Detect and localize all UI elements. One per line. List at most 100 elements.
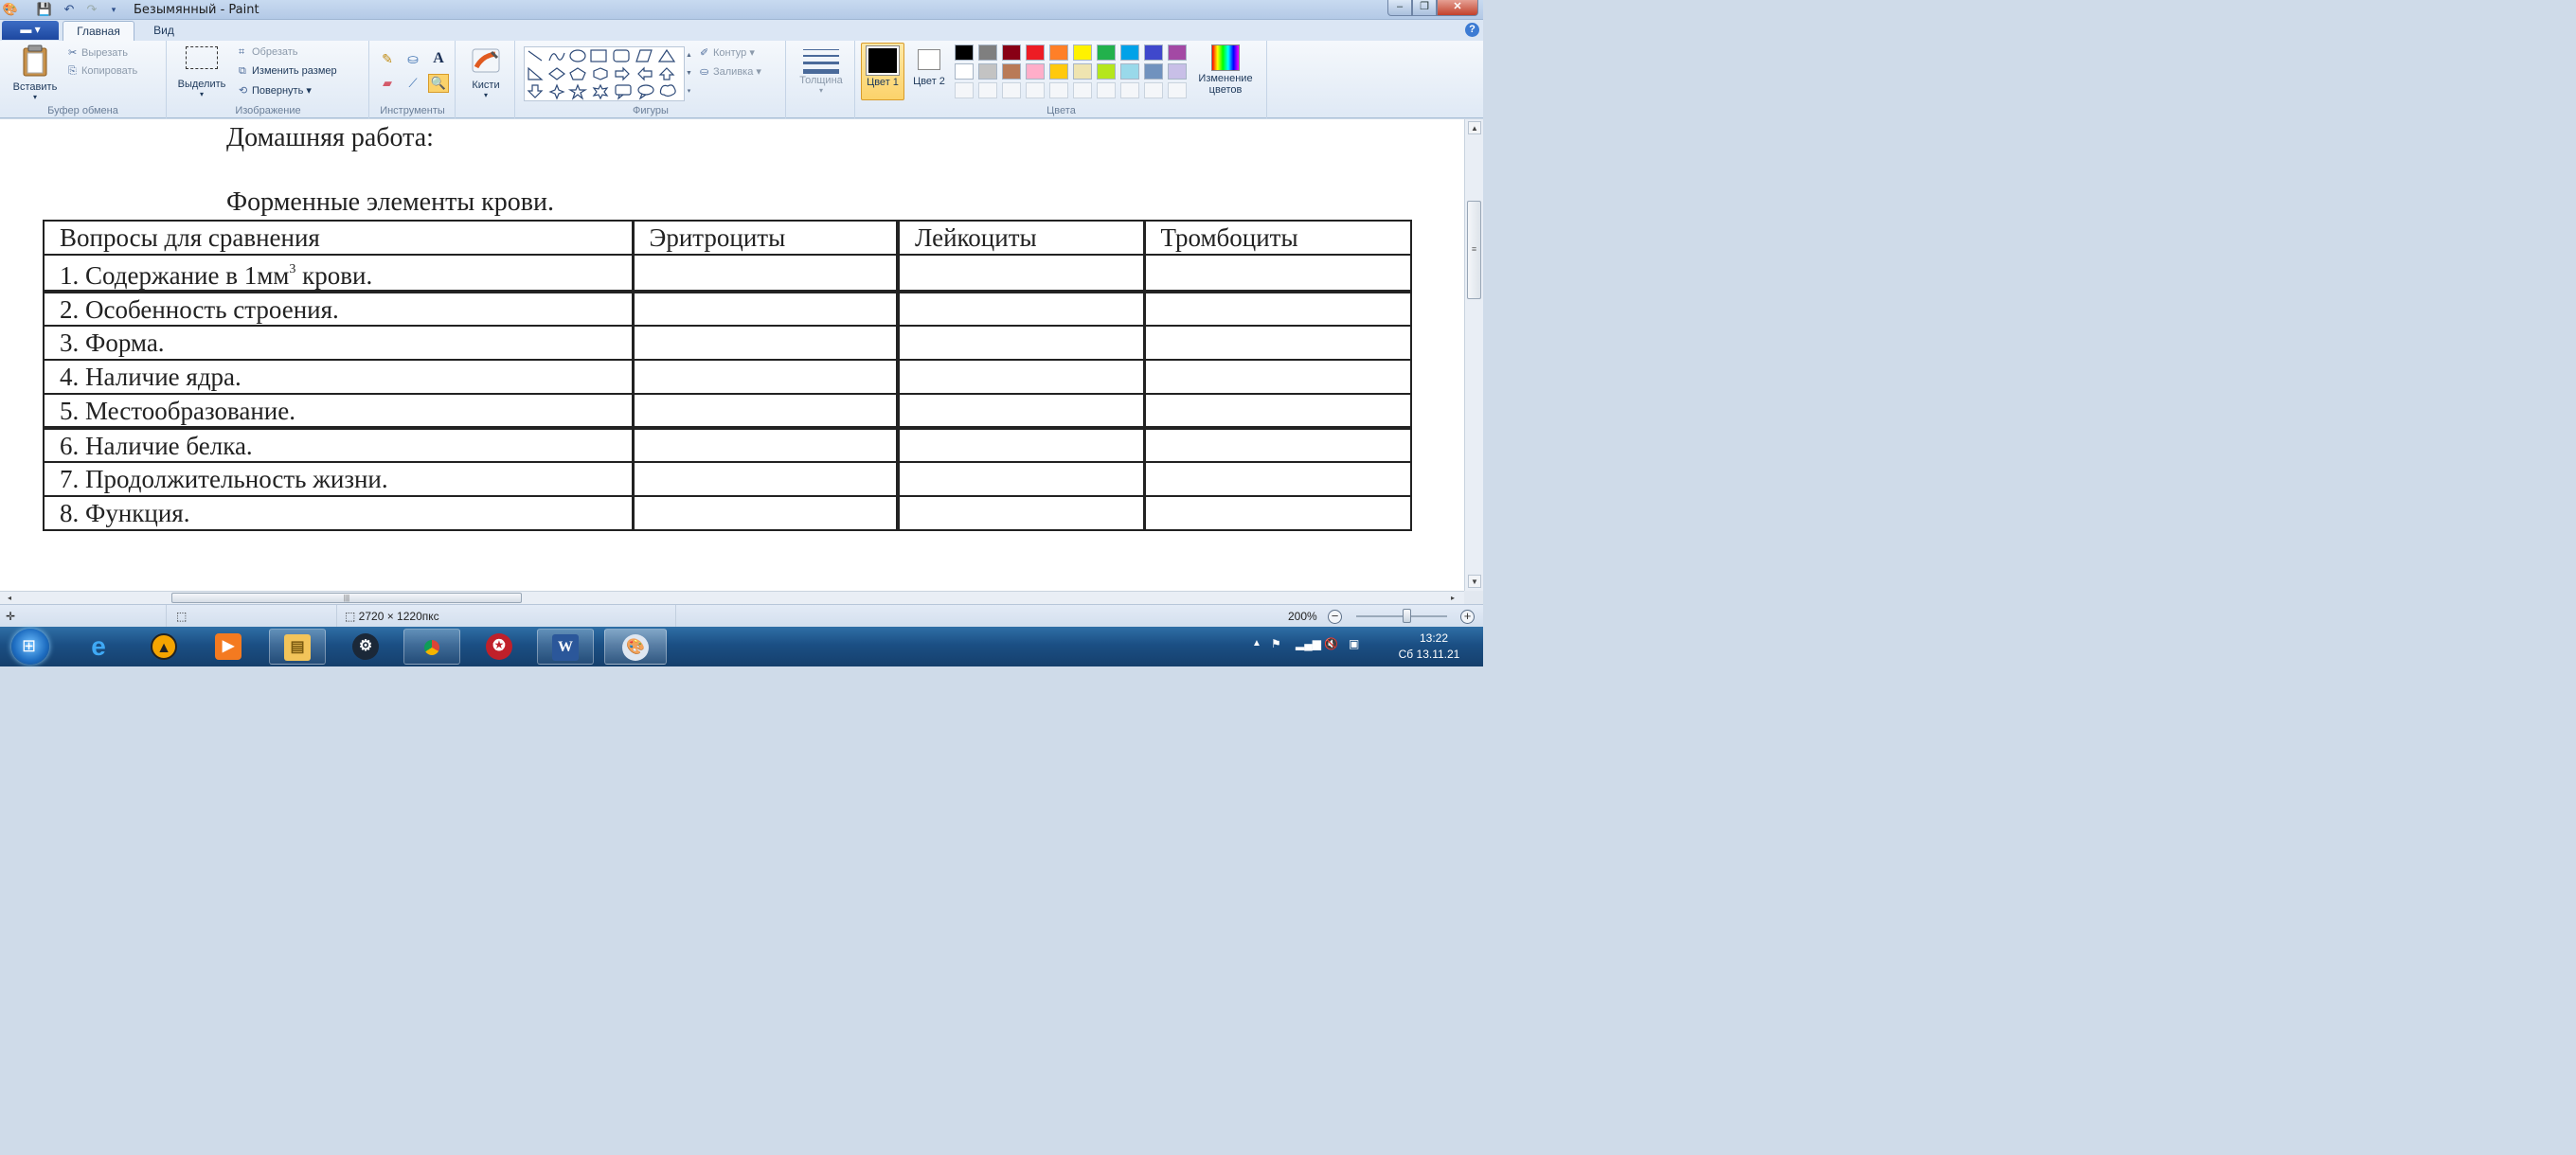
tab-view[interactable]: Вид bbox=[142, 21, 186, 41]
aimp-icon[interactable]: ▲ bbox=[135, 629, 192, 665]
internet-explorer-icon[interactable]: e bbox=[70, 629, 127, 665]
outline-button[interactable]: ✐ Контур ▾ bbox=[700, 46, 755, 59]
media-player-icon[interactable]: ▶ bbox=[200, 629, 257, 665]
row-label: 3. Форма. bbox=[43, 325, 634, 361]
scroll-left-icon[interactable]: ◂ bbox=[4, 593, 15, 604]
zoom-slider-knob[interactable] bbox=[1403, 609, 1411, 623]
palette-swatch[interactable] bbox=[1144, 82, 1163, 98]
palette-swatch[interactable] bbox=[1168, 63, 1187, 80]
palette-swatch[interactable] bbox=[955, 44, 974, 61]
palette-swatch[interactable] bbox=[1073, 63, 1092, 80]
brushes-button[interactable]: Кисти ▾ bbox=[464, 46, 508, 99]
palette-swatch[interactable] bbox=[955, 63, 974, 80]
palette-swatch[interactable] bbox=[1049, 44, 1068, 61]
shapes-gallery[interactable] bbox=[524, 46, 685, 101]
word-icon[interactable]: W bbox=[537, 629, 594, 665]
palette-swatch[interactable] bbox=[1026, 82, 1045, 98]
palette-swatch[interactable] bbox=[1168, 44, 1187, 61]
show-hidden-icons[interactable]: ▲ bbox=[1252, 638, 1261, 649]
crop-button[interactable]: ⌗ Обрезать bbox=[239, 46, 298, 59]
paste-button[interactable]: Вставить ▾ bbox=[6, 44, 64, 101]
palette-swatch[interactable] bbox=[1168, 82, 1187, 98]
fill-button[interactable]: ⛀ Заливка ▾ bbox=[700, 65, 761, 78]
maximize-button[interactable]: ❐ bbox=[1412, 0, 1437, 16]
minimize-button[interactable]: ‒ bbox=[1387, 0, 1412, 16]
palette-swatch[interactable] bbox=[978, 63, 997, 80]
palette-swatch[interactable] bbox=[1026, 44, 1045, 61]
zoom-slider[interactable] bbox=[1356, 615, 1447, 617]
palette-swatch[interactable] bbox=[1073, 82, 1092, 98]
zoom-in-button[interactable]: + bbox=[1460, 610, 1475, 624]
horizontal-scrollbar[interactable]: ◂ ||| ▸ bbox=[0, 591, 1464, 604]
scroll-down-icon[interactable]: ▼ bbox=[1468, 575, 1481, 588]
antivirus-icon[interactable]: ✪ bbox=[471, 629, 528, 665]
color1-button[interactable]: Цвет 1 bbox=[861, 43, 904, 100]
palette-swatch[interactable] bbox=[1097, 44, 1116, 61]
file-explorer-icon[interactable]: ▤ bbox=[269, 629, 326, 665]
palette-swatch[interactable] bbox=[1002, 63, 1021, 80]
edit-colors-button[interactable]: Изменение цветов bbox=[1190, 44, 1261, 96]
palette-swatch[interactable] bbox=[1144, 44, 1163, 61]
power-icon[interactable]: ▣ bbox=[1349, 637, 1359, 650]
scroll-up-icon[interactable]: ▲ bbox=[1468, 121, 1481, 134]
copy-button[interactable]: ⎘ Копировать bbox=[68, 65, 137, 78]
undo-icon[interactable]: ↶ bbox=[61, 2, 78, 17]
paint-app-icon[interactable]: 🎨 bbox=[2, 2, 19, 17]
shapes-scroll[interactable]: ▲ ▼ ▾ bbox=[685, 46, 693, 101]
tab-home[interactable]: Главная bbox=[63, 21, 134, 41]
horizontal-scroll-thumb[interactable]: ||| bbox=[171, 593, 522, 603]
vertical-scrollbar[interactable]: ▲ ≡ ▼ bbox=[1464, 119, 1483, 591]
clock-time[interactable]: 13:22 bbox=[1405, 631, 1462, 645]
pencil-icon[interactable]: ✎ bbox=[377, 49, 398, 68]
title-bar: 🎨 💾 ↶ ↷ ▾ Безымянный - Paint ‒ ❐ ✕ bbox=[0, 0, 1483, 20]
color-picker-icon[interactable]: ⟋ bbox=[402, 74, 423, 93]
palette-swatch[interactable] bbox=[1097, 82, 1116, 98]
action-center-icon[interactable]: ⚑ bbox=[1271, 637, 1281, 650]
vertical-scroll-thumb[interactable]: ≡ bbox=[1467, 201, 1481, 299]
clock-date[interactable]: Сб 13.11.21 bbox=[1390, 648, 1468, 661]
rotate-button[interactable]: ⟲ Повернуть ▾ bbox=[239, 84, 312, 97]
redo-icon[interactable]: ↷ bbox=[83, 2, 100, 17]
eraser-icon[interactable]: ▰ bbox=[377, 74, 398, 93]
resize-button[interactable]: ⧉ Изменить размер bbox=[239, 65, 337, 78]
palette-swatch[interactable] bbox=[978, 44, 997, 61]
customize-toolbar-icon[interactable]: ▾ bbox=[105, 2, 122, 17]
zoom-out-button[interactable]: − bbox=[1328, 610, 1342, 624]
network-icon[interactable]: ▂▄▆ bbox=[1296, 637, 1321, 650]
palette-swatch[interactable] bbox=[1049, 63, 1068, 80]
palette-swatch[interactable] bbox=[1097, 63, 1116, 80]
fill-bucket-icon[interactable]: ⛀ bbox=[402, 49, 423, 68]
magnifier-icon[interactable]: 🔍 bbox=[428, 74, 449, 93]
color2-button[interactable]: Цвет 2 bbox=[907, 43, 951, 100]
palette-swatch[interactable] bbox=[1120, 63, 1139, 80]
paint-taskbar-icon[interactable]: 🎨 bbox=[604, 629, 667, 665]
chrome-icon[interactable] bbox=[403, 629, 460, 665]
chevron-down-icon: ▾ bbox=[483, 91, 488, 99]
scroll-right-icon[interactable]: ▸ bbox=[1447, 593, 1458, 604]
close-button[interactable]: ✕ bbox=[1437, 0, 1478, 16]
drawing-canvas[interactable]: Домашняя работа: Форменные элементы кров… bbox=[0, 119, 1464, 591]
size-button[interactable]: Толщина ▾ bbox=[793, 46, 850, 95]
palette-swatch[interactable] bbox=[1049, 82, 1068, 98]
select-button[interactable]: Выделить ▾ bbox=[173, 46, 230, 98]
palette-swatch[interactable] bbox=[1026, 63, 1045, 80]
palette-swatch[interactable] bbox=[955, 82, 974, 98]
cut-button[interactable]: ✂ Вырезать bbox=[68, 46, 128, 59]
table-cell bbox=[896, 325, 1145, 361]
text-tool-icon[interactable]: A bbox=[428, 49, 449, 68]
color1-swatch bbox=[866, 45, 900, 76]
file-menu-button[interactable]: ▬ ▾ bbox=[2, 21, 59, 40]
volume-muted-icon[interactable]: 🔇 bbox=[1324, 637, 1338, 650]
start-button[interactable]: ⊞ bbox=[11, 629, 49, 665]
steam-icon[interactable]: ⚙ bbox=[337, 629, 394, 665]
row-label: 5. Местообразование. bbox=[43, 393, 634, 429]
save-icon[interactable]: 💾 bbox=[36, 2, 53, 17]
palette-swatch[interactable] bbox=[1002, 82, 1021, 98]
palette-swatch[interactable] bbox=[1002, 44, 1021, 61]
palette-swatch[interactable] bbox=[1144, 63, 1163, 80]
palette-swatch[interactable] bbox=[1073, 44, 1092, 61]
help-icon[interactable]: ? bbox=[1465, 23, 1479, 37]
palette-swatch[interactable] bbox=[1120, 82, 1139, 98]
palette-swatch[interactable] bbox=[978, 82, 997, 98]
palette-swatch[interactable] bbox=[1120, 44, 1139, 61]
